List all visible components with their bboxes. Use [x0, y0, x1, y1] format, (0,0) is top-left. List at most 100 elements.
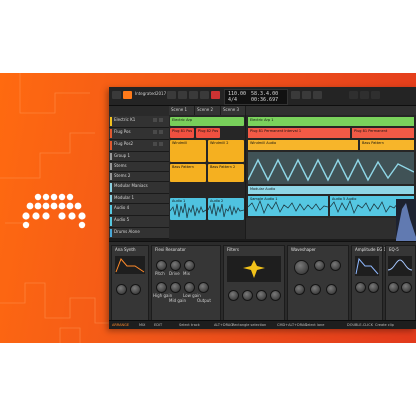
knob[interactable] [170, 282, 181, 293]
arranger-clip[interactable]: Windmill Audio [248, 140, 358, 150]
knob[interactable] [326, 284, 337, 295]
scene-header[interactable]: Scene 1 [169, 106, 195, 115]
knob[interactable] [184, 282, 195, 293]
knob[interactable] [130, 284, 141, 295]
play-icon[interactable] [200, 91, 209, 99]
knob[interactable] [355, 282, 366, 293]
scene-header[interactable]: Scene 2 [195, 106, 221, 115]
clip-label: Windmill Audio [250, 141, 277, 145]
knob[interactable] [330, 260, 341, 271]
device-filters[interactable]: Filters [223, 245, 285, 323]
mute-button[interactable] [153, 142, 157, 146]
tempo-display[interactable]: 110.00 4/4 58.3.4.00 00:36.697 [224, 89, 288, 105]
mixer-view-icon[interactable] [360, 91, 369, 99]
clip-slot[interactable]: Windmill 2 [208, 140, 244, 162]
knob[interactable] [156, 282, 167, 293]
redo-icon[interactable] [178, 91, 187, 99]
clip-slot[interactable]: Audio 2 [208, 198, 244, 220]
automation-lane[interactable] [248, 152, 414, 184]
track-header[interactable]: Stems [109, 162, 169, 172]
mute-button[interactable] [153, 130, 157, 134]
track-header[interactable]: Group 1 [109, 152, 169, 162]
clip-slot[interactable]: Bass Pattern 2 [208, 164, 244, 182]
knob[interactable] [228, 290, 239, 301]
solo-button[interactable] [159, 118, 163, 122]
knob[interactable] [170, 260, 181, 271]
track-header[interactable]: Drums Alone [109, 228, 169, 239]
loop-icon[interactable] [291, 91, 300, 99]
track-header[interactable]: Flug Pos [109, 128, 169, 140]
knob-label: Mid gain [169, 298, 187, 303]
device-flexi-resonator[interactable]: Flexi Resonator Pitch Drive Mix High gai… [151, 245, 221, 323]
solo-button[interactable] [159, 142, 163, 146]
edit-tab[interactable]: EDIT [154, 323, 162, 327]
knob[interactable] [368, 282, 379, 293]
arranger-clip[interactable]: Plug 81 Permanent [352, 128, 414, 138]
metronome-icon[interactable] [302, 91, 311, 99]
arranger-clip[interactable]: Electric Arp 1 [248, 117, 414, 126]
device-panel: Ana Synth Flexi Resonator Pitch Drive Mi… [109, 241, 416, 329]
arranger-clip[interactable]: Sample Audio 1 [248, 196, 328, 216]
device-eq[interactable]: EQ-5 [385, 245, 416, 323]
clip-label: Windmill 2 [210, 141, 229, 145]
knob[interactable] [294, 284, 305, 295]
knob[interactable] [401, 282, 412, 293]
track-header[interactable]: Electric K1 [109, 116, 169, 128]
track-name: Stems [114, 163, 127, 168]
arranger-clip[interactable]: Modular Audio [248, 186, 414, 194]
file-icon[interactable] [123, 91, 132, 99]
scene-header[interactable]: Scene 3 [221, 106, 246, 115]
mix-tab[interactable]: MIX [139, 323, 145, 327]
track-header[interactable]: Stems 2 [109, 172, 169, 182]
track-header[interactable]: Audio 4 [109, 204, 169, 216]
automation-icon[interactable] [313, 91, 322, 99]
clip-slot[interactable]: Plug 81 Pos [170, 128, 194, 138]
track-color [110, 195, 112, 202]
device-waveshaper[interactable]: Waveshaper [287, 245, 349, 323]
settings-icon[interactable] [189, 91, 198, 99]
timeline-ruler[interactable] [246, 106, 416, 115]
track-name: Group 1 [114, 153, 130, 158]
track-header[interactable]: Modular 1 [109, 194, 169, 204]
undo-icon[interactable] [167, 91, 176, 99]
knob[interactable] [242, 290, 253, 301]
track-color [110, 173, 112, 180]
knob[interactable] [184, 260, 195, 271]
knob[interactable] [256, 290, 267, 301]
track-header[interactable]: Audio 5 [109, 216, 169, 228]
device-amplitude-eg[interactable]: Amplitude EG 1 [351, 245, 386, 323]
arranger-clip[interactable]: Plug 81 Permanent Interval 1 [248, 128, 350, 138]
project-tab[interactable]: Integrated2017 [135, 92, 166, 96]
clip-slot[interactable]: Bass Pattern [170, 164, 206, 182]
device-ana-synth[interactable]: Ana Synth [111, 245, 149, 323]
waveform-icon [170, 202, 206, 219]
clip-slot[interactable]: Plug 82 Pos [196, 128, 220, 138]
status-hint-key: CMD+ALT+DRAG [277, 323, 308, 327]
clip-slot[interactable]: Windmill [170, 140, 206, 162]
clip-label: Electric Arp [172, 118, 193, 122]
device-title: Flexi Resonator [155, 247, 186, 252]
knob[interactable] [198, 282, 209, 293]
arranger-clip[interactable]: Bass Pattern [360, 140, 414, 150]
track-header[interactable]: Flug Pos2 [109, 140, 169, 152]
knob[interactable] [294, 260, 309, 275]
mute-button[interactable] [153, 118, 157, 122]
track-name: Flug Pos2 [114, 141, 134, 146]
menu-icon[interactable] [112, 91, 121, 99]
track-color [110, 117, 112, 126]
clip-slot[interactable]: Audio 1 [170, 198, 206, 220]
track-header[interactable]: Modular Maniacs [109, 182, 169, 194]
knob[interactable] [314, 260, 325, 271]
layout-icon[interactable] [349, 91, 358, 99]
empty-lane[interactable] [246, 218, 416, 239]
browser-icon[interactable] [371, 91, 380, 99]
knob[interactable] [270, 290, 281, 301]
knob[interactable] [116, 284, 127, 295]
record-icon[interactable] [211, 91, 220, 99]
arrange-tab[interactable]: ARRANGE [112, 323, 129, 327]
knob[interactable] [310, 284, 321, 295]
solo-button[interactable] [159, 130, 163, 134]
knob[interactable] [388, 282, 399, 293]
clip-slot[interactable]: Electric Arp [170, 117, 244, 126]
knob[interactable] [156, 260, 167, 271]
